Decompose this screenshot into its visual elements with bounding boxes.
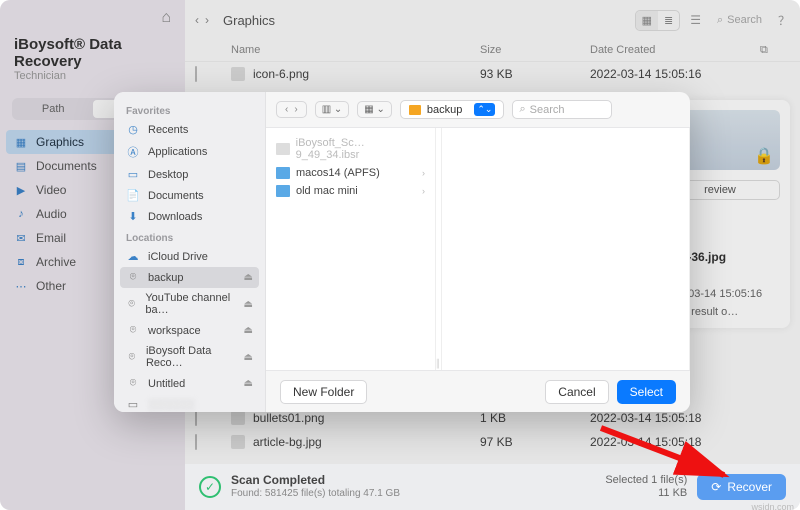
chevron-up-down-icon: ⌃⌄ (474, 103, 495, 116)
sidebar-item-backup[interactable]: ⌾backup⏏ (120, 267, 259, 288)
folder-icon (276, 185, 290, 197)
forward-icon[interactable]: › (291, 104, 300, 115)
drive-icon: ⌾ (126, 351, 138, 364)
file-icon (276, 143, 290, 155)
status-detail: Found: 581425 file(s) totaling 47.1 GB (231, 487, 400, 501)
sidebar-item-youtube[interactable]: ⌾YouTube channel ba…⏏ (114, 288, 265, 320)
sidebar-item-documents[interactable]: 📄Documents (114, 185, 265, 206)
sidebar-item-iboysoft[interactable]: ⌾iBoysoft Data Reco…⏏ (114, 341, 265, 373)
sidebar-item-downloads[interactable]: ⬇Downloads (114, 206, 265, 227)
status-bar: ✓ Scan Completed Found: 581425 file(s) t… (185, 464, 800, 510)
dialog-toolbar: ‹› ▥ ⌄ ▦ ⌄ backup⌃⌄ ⌕Search (266, 92, 690, 128)
eject-icon[interactable]: ⏏ (244, 352, 253, 363)
locations-header: Locations (114, 227, 265, 246)
save-dialog: Favorites ◷Recents ⒶApplications ▭Deskto… (114, 92, 690, 412)
sidebar-item-icloud[interactable]: ☁iCloud Drive (114, 246, 265, 267)
recover-icon: ⟳ (711, 480, 721, 494)
search-icon: ⌕ (519, 103, 525, 116)
column-2 (442, 128, 690, 370)
sidebar-item-recents[interactable]: ◷Recents (114, 119, 265, 140)
drive-icon: ⌾ (126, 271, 140, 284)
checkmark-icon: ✓ (199, 476, 221, 498)
select-button[interactable]: Select (617, 380, 676, 404)
eject-icon[interactable]: ⏏ (244, 299, 253, 310)
documents-icon: 📄 (126, 189, 140, 202)
status-title: Scan Completed (231, 473, 400, 487)
column-resize-handle[interactable] (436, 128, 442, 370)
dialog-nav[interactable]: ‹› (276, 101, 307, 118)
downloads-icon: ⬇ (126, 210, 140, 223)
list-item[interactable]: old mac mini› (266, 182, 435, 200)
selected-size: 11 KB (605, 487, 687, 500)
list-item[interactable]: macos14 (APFS)› (266, 164, 435, 182)
apps-icon: Ⓐ (126, 144, 140, 160)
sidebar-item-blurred[interactable]: ▭░░░░░░ (114, 394, 265, 412)
sidebar-item-applications[interactable]: ⒶApplications (114, 140, 265, 164)
cloud-icon: ☁ (126, 250, 140, 263)
group-button[interactable]: ▦ ⌄ (357, 101, 392, 118)
monitor-icon: ▭ (126, 398, 140, 411)
column-browser[interactable]: iBoysoft_Sc…9_49_34.ibsr macos14 (APFS)›… (266, 128, 690, 370)
drive-icon: ⌾ (126, 298, 137, 311)
cancel-button[interactable]: Cancel (545, 380, 608, 404)
location-popup[interactable]: backup⌃⌄ (400, 100, 505, 119)
sidebar-item-untitled[interactable]: ⌾Untitled⏏ (114, 373, 265, 394)
favorites-header: Favorites (114, 100, 265, 119)
desktop-icon: ▭ (126, 168, 140, 181)
drive-icon: ⌾ (126, 324, 140, 337)
dialog-footer: New Folder Cancel Select (266, 370, 690, 412)
recover-button[interactable]: ⟳Recover (697, 474, 786, 500)
back-icon[interactable]: ‹ (282, 104, 291, 115)
column-1: iBoysoft_Sc…9_49_34.ibsr macos14 (APFS)›… (266, 128, 436, 370)
eject-icon[interactable]: ⏏ (244, 378, 253, 389)
selected-count: Selected 1 file(s) (605, 474, 687, 487)
new-folder-button[interactable]: New Folder (280, 380, 367, 404)
sidebar-item-workspace[interactable]: ⌾workspace⏏ (114, 320, 265, 341)
chevron-right-icon: › (422, 168, 425, 178)
dialog-sidebar: Favorites ◷Recents ⒶApplications ▭Deskto… (114, 92, 266, 412)
eject-icon[interactable]: ⏏ (244, 272, 253, 283)
list-item[interactable]: iBoysoft_Sc…9_49_34.ibsr (266, 134, 435, 164)
eject-icon[interactable]: ⏏ (244, 325, 253, 336)
view-columns-button[interactable]: ▥ ⌄ (315, 101, 350, 118)
sidebar-item-desktop[interactable]: ▭Desktop (114, 164, 265, 185)
dialog-search-input[interactable]: ⌕Search (512, 100, 612, 119)
drive-icon: ⌾ (126, 377, 140, 390)
chevron-right-icon: › (422, 186, 425, 196)
folder-icon (409, 105, 421, 115)
folder-icon (276, 167, 290, 179)
watermark: wsidn.com (751, 502, 794, 510)
clock-icon: ◷ (126, 123, 140, 136)
